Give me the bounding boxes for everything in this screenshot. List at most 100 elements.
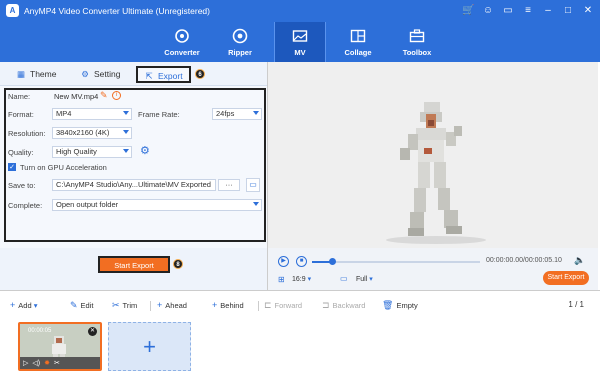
empty-button[interactable]: 🗑 Empty <box>382 300 418 311</box>
quality-label: Quality: <box>8 148 34 157</box>
close-icon[interactable]: ✕ <box>582 3 594 19</box>
format-label: Format: <box>8 110 34 119</box>
tab-setting[interactable]: ⚙ Setting <box>80 66 120 83</box>
start-export-button-secondary[interactable]: Start Export <box>543 271 589 285</box>
add-button[interactable]: + Add ▾ <box>10 300 37 310</box>
nav-collage[interactable]: Collage <box>332 22 384 62</box>
chat-icon[interactable]: ▭ <box>502 3 514 19</box>
clip-play-icon[interactable]: ▷ <box>23 359 28 367</box>
framerate-select[interactable]: 24fps <box>212 108 262 120</box>
quality-gear-icon[interactable]: ⚙ <box>140 144 150 157</box>
ahead-button[interactable]: + Ahead <box>157 300 187 310</box>
tab-export[interactable]: ⇱ Export <box>136 66 191 83</box>
converter-icon <box>175 29 189 43</box>
menu-icon[interactable]: ≡ <box>522 3 534 19</box>
export-settings-box: Name: New MV.mp4 ✎ i Format: MP4 Frame R… <box>4 88 266 242</box>
tab-theme-label: Theme <box>30 69 57 79</box>
framerate-label: Frame Rate: <box>138 110 180 119</box>
name-value: New MV.mp4 <box>54 92 99 101</box>
clip-cut-icon[interactable]: ✂ <box>54 359 60 367</box>
time-readout: 00:00:00.00/00:00:05.10 <box>486 257 562 264</box>
chevron-down-icon <box>123 149 129 153</box>
play-icon[interactable]: ▶ <box>278 256 289 267</box>
edit-name-icon[interactable]: ✎ <box>100 90 108 101</box>
maximize-icon[interactable]: □ <box>562 3 574 19</box>
clip-effect-icon[interactable]: ✸ <box>44 359 50 367</box>
tab-theme[interactable]: ▦ Theme <box>16 66 56 83</box>
trim-button[interactable]: ✂ Trim <box>112 300 137 311</box>
complete-select[interactable]: Open output folder <box>52 199 262 211</box>
video-preview <box>267 62 598 248</box>
clip-volume-icon[interactable]: ◁) <box>32 359 40 367</box>
nav-ripper-label: Ripper <box>228 48 252 57</box>
framerate-value: 24fps <box>216 109 235 118</box>
add-clip-slot[interactable]: + <box>108 322 191 371</box>
gpu-checkbox[interactable]: ✓ <box>8 163 16 171</box>
progress-knob[interactable] <box>329 258 336 265</box>
clip-thumbnail[interactable]: 00:00:05 ✕ ▷ ◁) ✸ ✂ <box>18 322 102 371</box>
export-icon: ⇱ <box>145 71 153 81</box>
app-logo-icon: A <box>6 4 19 17</box>
forward-button[interactable]: ⊏ Forward <box>264 300 302 311</box>
tab-export-label: Export <box>158 71 183 81</box>
stop-icon[interactable]: ■ <box>296 256 307 267</box>
resolution-select[interactable]: 3840x2160 (4K) <box>52 127 132 139</box>
clip-duration: 00:00:05 <box>28 328 52 334</box>
view-mode-dropdown[interactable]: Full ▾ <box>356 275 373 283</box>
format-select[interactable]: MP4 <box>52 108 132 120</box>
progress-bar[interactable] <box>312 258 480 265</box>
plus-icon: + <box>10 300 16 310</box>
nav-converter-label: Converter <box>164 48 200 57</box>
start-export-button[interactable]: Start Export <box>98 256 170 273</box>
add-label: Add <box>18 301 32 310</box>
behind-button[interactable]: + Behind <box>212 300 244 310</box>
backward-icon: ⊐ <box>322 300 330 310</box>
user-icon[interactable]: ☺ <box>482 3 494 19</box>
step-badge: 6 <box>195 69 205 79</box>
edit-label: Edit <box>80 301 94 310</box>
complete-value: Open output folder <box>56 200 119 209</box>
saveto-path-field[interactable]: C:\AnyMP4 Studio\Any...Ultimate\MV Expor… <box>52 179 216 191</box>
view-mode-value: Full <box>356 276 368 283</box>
trash-icon: 🗑 <box>382 300 394 310</box>
player-controls: ▶ ■ 00:00:00.00/00:00:05.10 🔈 ⊞ 16:9 ▾ ▭… <box>267 248 598 290</box>
aspect-ratio-dropdown[interactable]: 16:9 ▾ <box>292 275 311 283</box>
chevron-down-icon <box>123 130 129 134</box>
nav-toolbox[interactable]: Toolbox <box>391 22 443 62</box>
toolbar-divider <box>258 301 259 311</box>
nav-toolbox-label: Toolbox <box>402 48 432 57</box>
saveto-value: C:\AnyMP4 Studio\Any...Ultimate\MV Expor… <box>56 180 211 189</box>
title-bar: A AnyMP4 Video Converter Ultimate (Unreg… <box>0 0 600 22</box>
nav-mv[interactable]: MV <box>274 22 326 62</box>
monitor-icon: ▭ <box>340 274 348 283</box>
plus-icon: + <box>143 334 156 359</box>
nav-converter[interactable]: Converter <box>156 22 208 62</box>
edit-icon: ✎ <box>70 300 78 310</box>
complete-label: Complete: <box>8 201 43 210</box>
minimize-icon[interactable]: – <box>542 3 554 19</box>
remove-clip-icon[interactable]: ✕ <box>88 327 97 336</box>
chevron-down-icon: ▾ <box>33 301 38 310</box>
volume-icon[interactable]: 🔈 <box>574 255 585 266</box>
ahead-label: Ahead <box>165 301 187 310</box>
quality-select[interactable]: High Quality <box>52 146 132 158</box>
tab-setting-label: Setting <box>94 69 121 79</box>
chevron-down-icon <box>123 111 129 115</box>
open-folder-icon[interactable]: ▭ <box>246 178 260 192</box>
aspect-ratio-icon: ⊞ <box>278 275 285 284</box>
theme-icon: ▦ <box>16 69 26 79</box>
quality-value: High Quality <box>56 147 97 156</box>
cart-icon[interactable]: 🛒 <box>462 3 474 19</box>
mv-icon <box>292 30 308 42</box>
info-icon[interactable]: i <box>112 91 121 100</box>
nav-ripper[interactable]: Ripper <box>214 22 266 62</box>
step-badge: 8 <box>173 259 183 269</box>
window-controls: 🛒 ☺ ▭ ≡ – □ ✕ <box>462 3 594 19</box>
scissors-icon: ✂ <box>112 300 120 310</box>
browse-more-button[interactable]: ··· <box>218 179 240 191</box>
empty-label: Empty <box>396 301 418 310</box>
nav-collage-label: Collage <box>344 48 372 57</box>
forward-icon: ⊏ <box>264 300 272 310</box>
backward-button[interactable]: ⊐ Backward <box>322 300 365 311</box>
edit-button[interactable]: ✎ Edit <box>70 300 93 311</box>
